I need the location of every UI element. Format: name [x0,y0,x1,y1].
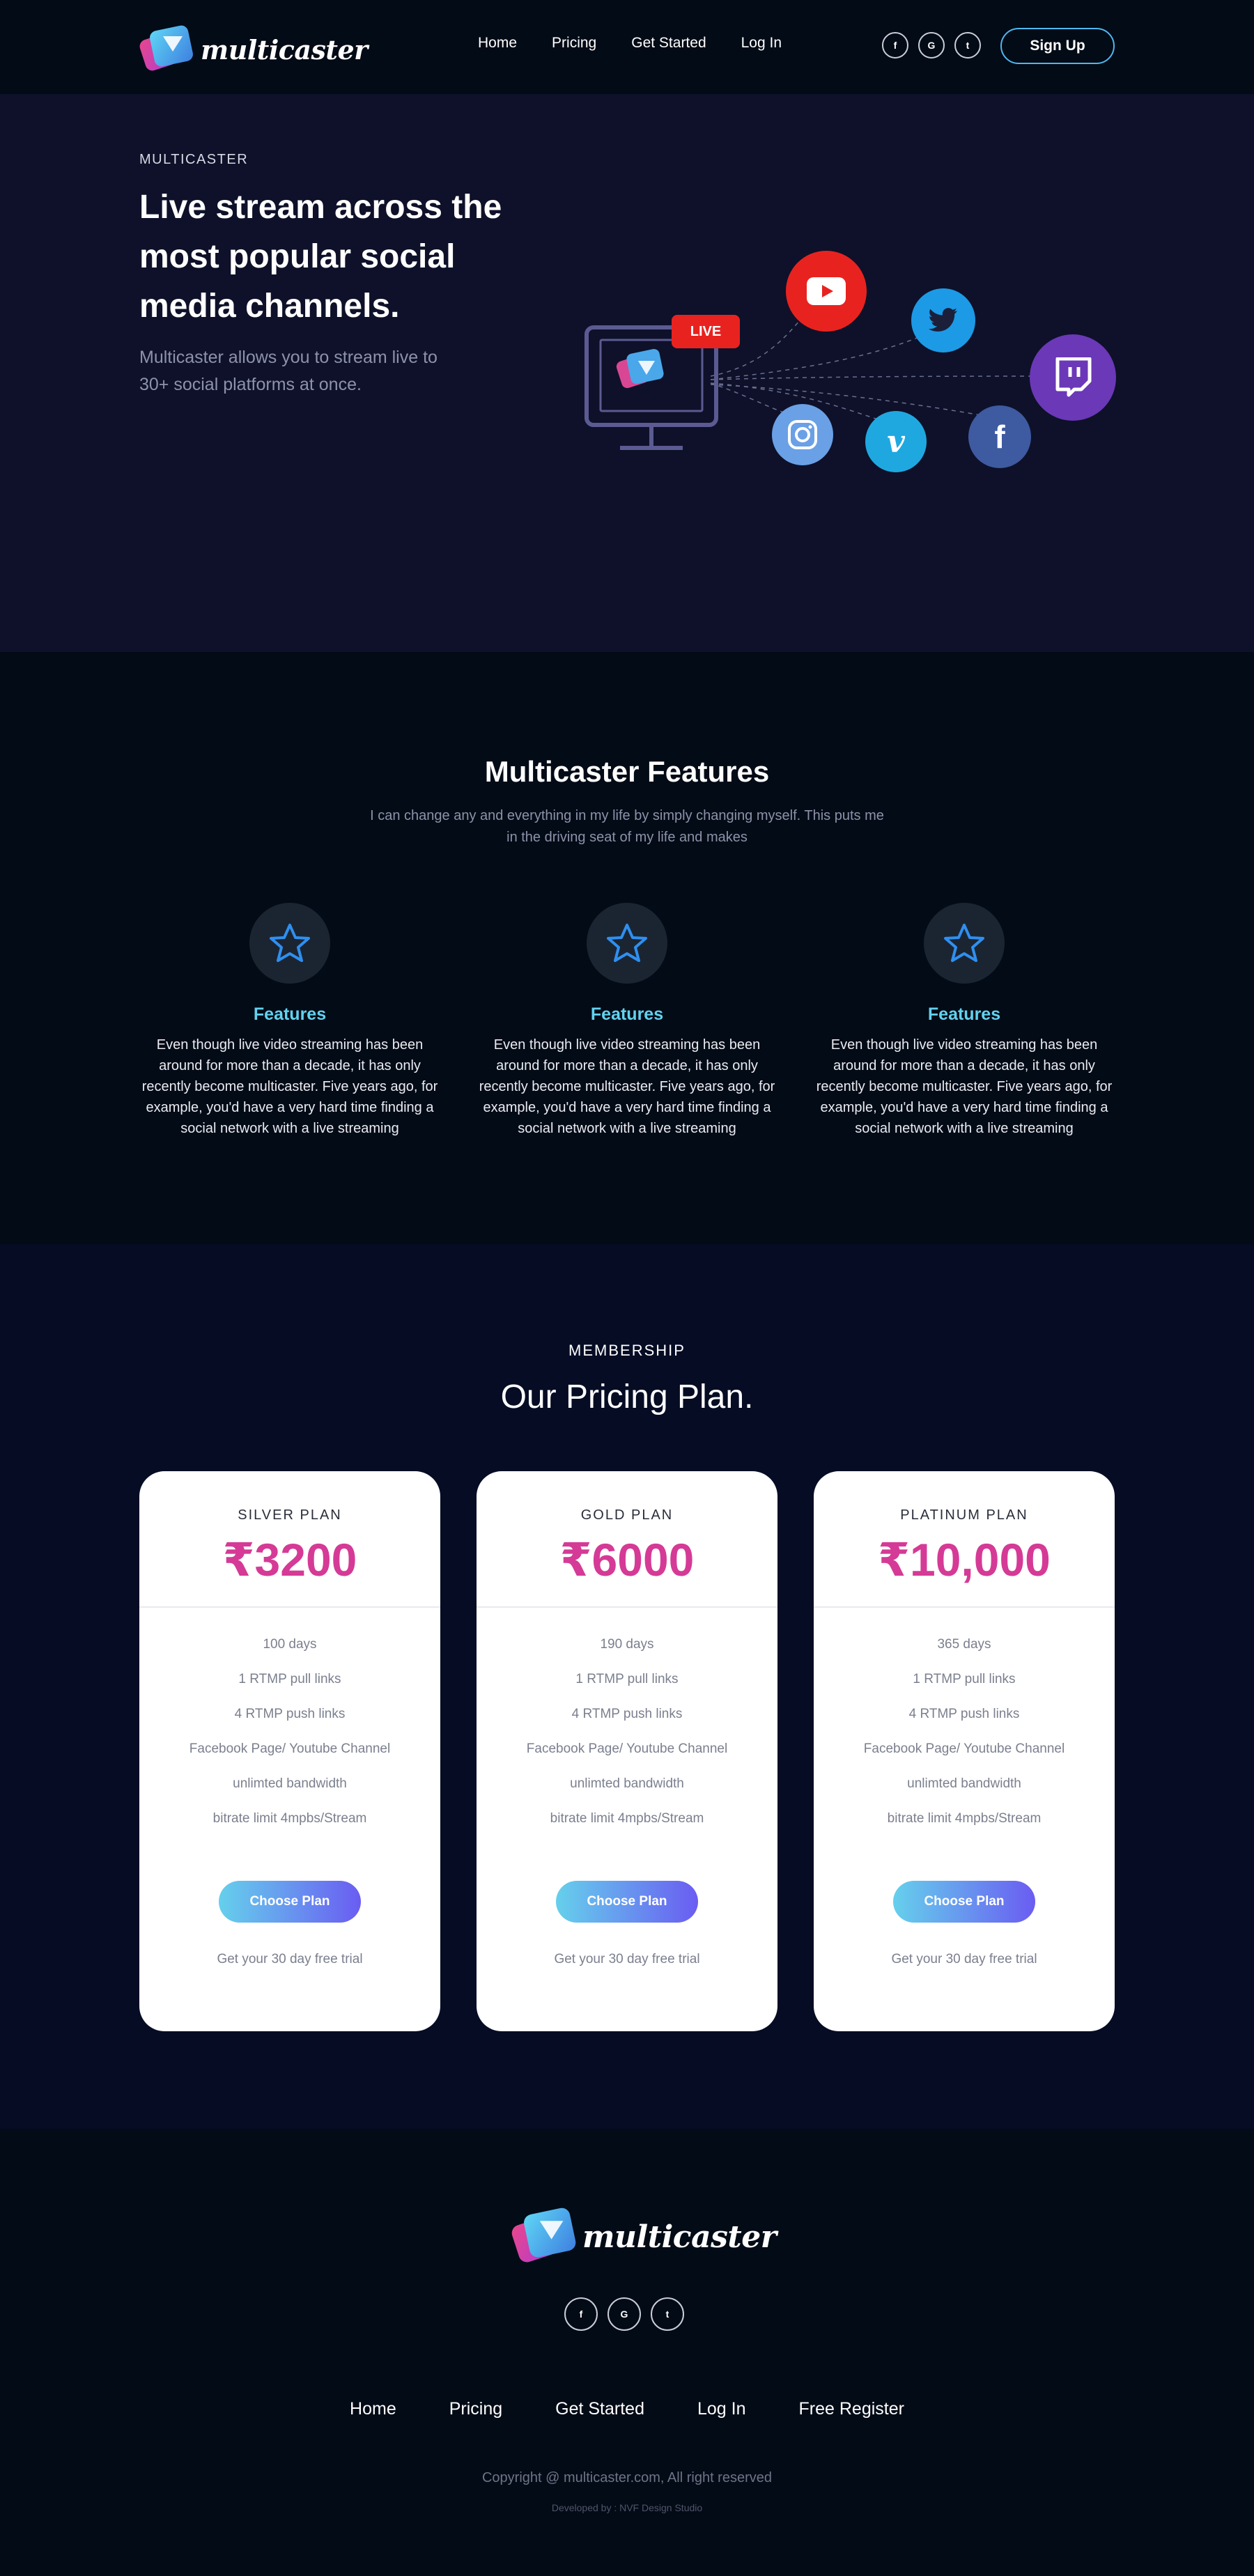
brand-name: multicaster [582,2219,777,2255]
brand-logo[interactable]: multicaster [138,24,368,74]
choose-plan-button[interactable]: Choose Plan [556,1881,698,1923]
facebook-icon[interactable]: f [564,2297,598,2331]
footer-link-home[interactable]: Home [350,2399,396,2419]
twitter-icon [911,288,975,352]
footer-logo[interactable]: multicaster [509,2206,777,2265]
live-badge: LIVE [672,315,740,348]
pricing-card-gold: GOLD PLAN ₹6000 190 days 1 RTMP pull lin… [477,1471,777,2031]
feature-card: Features Even though live video streamin… [137,903,443,1139]
twitter-icon[interactable]: t [651,2297,684,2331]
pricing-card-platinum: PLATINUM PLAN ₹10,000 365 days 1 RTMP pu… [814,1471,1115,2031]
features-title: Multicaster Features [484,755,770,788]
twitter-icon[interactable]: t [954,32,981,59]
feature-heading: Features [253,1004,327,1024]
pricing-card-silver: SILVER PLAN ₹3200 100 days 1 RTMP pull l… [139,1471,440,2031]
features-subtitle: I can change any and everything in my li… [370,808,884,845]
logo-mark-icon [509,2206,578,2266]
plan-price: ₹3200 [222,1534,357,1585]
plan-feature: unlimted bandwidth [570,1776,684,1791]
feature-text: Even though live video streaming has bee… [479,1037,775,1136]
plan-feature: 4 RTMP push links [571,1707,683,1721]
card-divider [139,1606,440,1608]
plan-price: ₹6000 [559,1534,695,1585]
plan-feature: 1 RTMP pull links [575,1672,679,1686]
hero-title: Live stream across the most popular soci… [139,189,502,325]
nav-link-pricing[interactable]: Pricing [552,35,596,52]
feature-text: Even though live video streaming has bee… [141,1037,438,1136]
plan-price: ₹10,000 [878,1534,1051,1585]
facebook-icon[interactable]: f [882,32,908,59]
footer-link-free-register[interactable]: Free Register [799,2399,904,2419]
vimeo-icon: v [865,411,927,472]
plan-feature: 1 RTMP pull links [238,1672,341,1686]
youtube-icon [786,251,867,332]
plan-name: PLATINUM PLAN [900,1507,1028,1523]
feature-heading: Features [927,1004,1001,1024]
facebook-icon: f [968,405,1031,468]
choose-plan-button[interactable]: Choose Plan [893,1881,1035,1923]
plan-feature: 4 RTMP push links [908,1707,1020,1721]
plan-feature: 190 days [600,1637,654,1652]
instagram-icon [772,404,833,465]
footer-link-login[interactable]: Log In [697,2399,746,2419]
feature-card: Features Even though live video streamin… [474,903,780,1139]
hero-illustration: LIVE v f [571,237,1129,488]
plan-feature: 1 RTMP pull links [913,1672,1016,1686]
google-icon[interactable]: G [918,32,945,59]
hero-subtitle: Multicaster allows you to stream live to… [139,348,438,394]
free-trial-note: Get your 30 day free trial [891,1952,1037,1966]
plan-feature: Facebook Page/ Youtube Channel [526,1741,728,1756]
star-icon [249,903,330,984]
copyright-text: Copyright @ multicaster.com, All right r… [481,2470,772,2485]
developer-credit: Developed by : NVF Design Studio [551,2502,703,2513]
plan-feature: unlimted bandwidth [907,1776,1021,1791]
hero-eyebrow: MULTICASTER [139,152,249,167]
feature-heading: Features [590,1004,664,1024]
plan-features: 100 days 1 RTMP pull links 4 RTMP push l… [139,1637,440,1846]
feature-card: Features Even though live video streamin… [811,903,1117,1139]
footer-link-pricing[interactable]: Pricing [449,2399,502,2419]
plan-features: 190 days 1 RTMP pull links 4 RTMP push l… [477,1637,777,1846]
sign-up-button[interactable]: Sign Up [1000,28,1115,64]
logo-mark-icon [138,24,194,74]
free-trial-note: Get your 30 day free trial [217,1952,363,1966]
choose-plan-button[interactable]: Choose Plan [219,1881,361,1923]
plan-feature: 4 RTMP push links [234,1707,346,1721]
plan-feature: unlimted bandwidth [233,1776,347,1791]
star-icon [587,903,667,984]
nav-link-home[interactable]: Home [478,35,517,52]
main-nav: Home Pricing Get Started Log In [478,35,816,52]
nav-link-get-started[interactable]: Get Started [631,35,706,52]
plan-feature: 100 days [263,1637,317,1652]
card-divider [477,1606,777,1608]
header-social-links: f G t [882,32,981,59]
free-trial-note: Get your 30 day free trial [554,1952,700,1966]
plan-feature: bitrate limit 4mpbs/Stream [887,1811,1042,1826]
plan-name: SILVER PLAN [238,1507,342,1523]
star-icon [924,903,1005,984]
brand-name: multicaster [201,33,368,65]
pricing-eyebrow: MEMBERSHIP [568,1342,686,1359]
pricing-title: Our Pricing Plan. [500,1379,754,1415]
plan-feature: 365 days [937,1637,991,1652]
plan-name: GOLD PLAN [580,1507,674,1523]
top-navbar: multicaster Home Pricing Get Started Log… [0,0,1254,94]
card-divider [814,1606,1115,1608]
plan-feature: Facebook Page/ Youtube Channel [863,1741,1065,1756]
plan-feature: bitrate limit 4mpbs/Stream [212,1811,367,1826]
feature-text: Even though live video streaming has bee… [816,1037,1113,1136]
plan-feature: bitrate limit 4mpbs/Stream [550,1811,704,1826]
footer-social-links: f G t [564,2297,684,2331]
nav-link-login[interactable]: Log In [741,35,782,52]
footer-nav: Home Pricing Get Started Log In Free Reg… [0,2399,1254,2419]
footer-link-get-started[interactable]: Get Started [555,2399,644,2419]
twitch-icon [1030,334,1116,421]
plan-features: 365 days 1 RTMP pull links 4 RTMP push l… [814,1637,1115,1846]
plan-feature: Facebook Page/ Youtube Channel [189,1741,391,1756]
google-icon[interactable]: G [607,2297,641,2331]
